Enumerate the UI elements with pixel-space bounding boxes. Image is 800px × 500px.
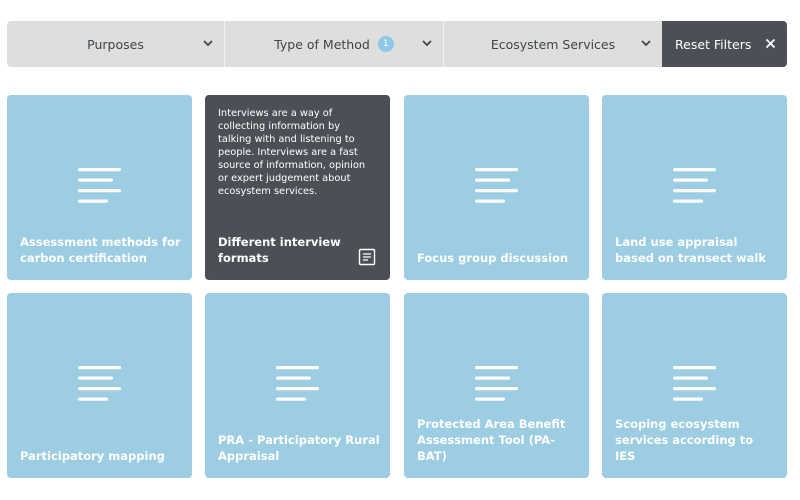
- card-title: Scoping ecosystem services according to …: [615, 417, 754, 463]
- filter-label: Purposes: [87, 36, 144, 52]
- card-title: PRA - Participatory Rural Appraisal: [218, 433, 380, 463]
- lines-icon: [673, 366, 716, 401]
- card-title: Different interview formats: [218, 235, 341, 265]
- lines-icon: [78, 168, 121, 203]
- lines-icon: [475, 168, 518, 203]
- card-title: Assessment methods for carbon certificat…: [20, 235, 181, 265]
- card-description: Interviews are a way of collecting infor…: [218, 108, 366, 197]
- card-title: Land use appraisal based on transect wal…: [615, 235, 767, 265]
- filter-count-badge: 1: [377, 36, 394, 52]
- chevron-down-icon: [203, 40, 213, 47]
- method-card[interactable]: Land use appraisal based on transect wal…: [602, 95, 787, 280]
- filter-type-of-method[interactable]: Type of Method 1: [224, 21, 443, 67]
- filter-label: Type of Method: [274, 36, 370, 52]
- method-card[interactable]: Assessment methods for carbon certificat…: [7, 95, 192, 280]
- lines-icon: [475, 366, 518, 401]
- card-title: Protected Area Benefit Assessment Tool (…: [417, 417, 566, 463]
- filter-bar: Purposes Type of Method 1 Ecosystem Serv…: [7, 21, 787, 67]
- card-title: Participatory mapping: [20, 449, 165, 463]
- filter-ecosystem-services[interactable]: Ecosystem Services: [443, 21, 662, 67]
- method-card[interactable]: Scoping ecosystem services according to …: [602, 293, 787, 478]
- document-icon: [358, 248, 376, 266]
- filter-purposes[interactable]: Purposes: [7, 21, 224, 67]
- method-card-active[interactable]: Interviews are a way of collecting infor…: [205, 95, 390, 280]
- reset-filters-label: Reset Filters: [675, 36, 752, 52]
- chevron-down-icon: [422, 40, 432, 47]
- lines-icon: [673, 168, 716, 203]
- card-title: Focus group discussion: [417, 251, 569, 265]
- chevron-down-icon: [641, 40, 651, 47]
- method-card[interactable]: Protected Area Benefit Assessment Tool (…: [404, 293, 589, 478]
- lines-icon: [276, 366, 319, 401]
- lines-icon: [78, 366, 121, 401]
- method-card[interactable]: Participatory mapping: [7, 293, 192, 478]
- method-card[interactable]: Focus group discussion: [404, 95, 589, 280]
- method-card[interactable]: PRA - Participatory Rural Appraisal: [205, 293, 390, 478]
- filter-label: Ecosystem Services: [490, 36, 616, 52]
- close-icon: [765, 38, 776, 49]
- reset-filters-button[interactable]: Reset Filters: [662, 21, 787, 67]
